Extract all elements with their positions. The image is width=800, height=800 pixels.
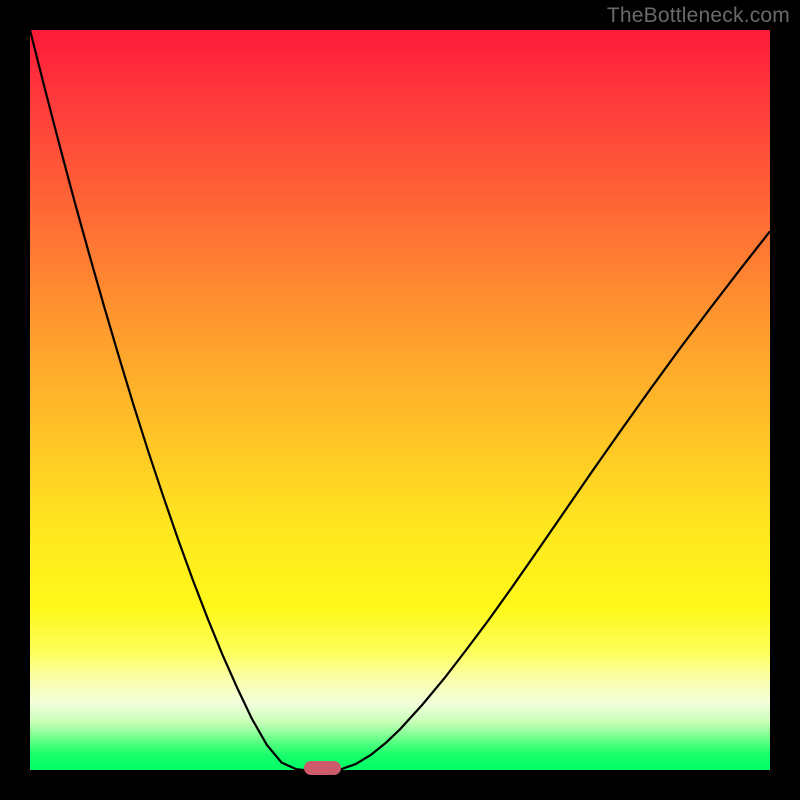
chart-frame: TheBottleneck.com bbox=[0, 0, 800, 800]
optimal-marker bbox=[304, 761, 341, 775]
watermark-text: TheBottleneck.com bbox=[607, 4, 790, 28]
plot-background-gradient bbox=[30, 30, 770, 770]
